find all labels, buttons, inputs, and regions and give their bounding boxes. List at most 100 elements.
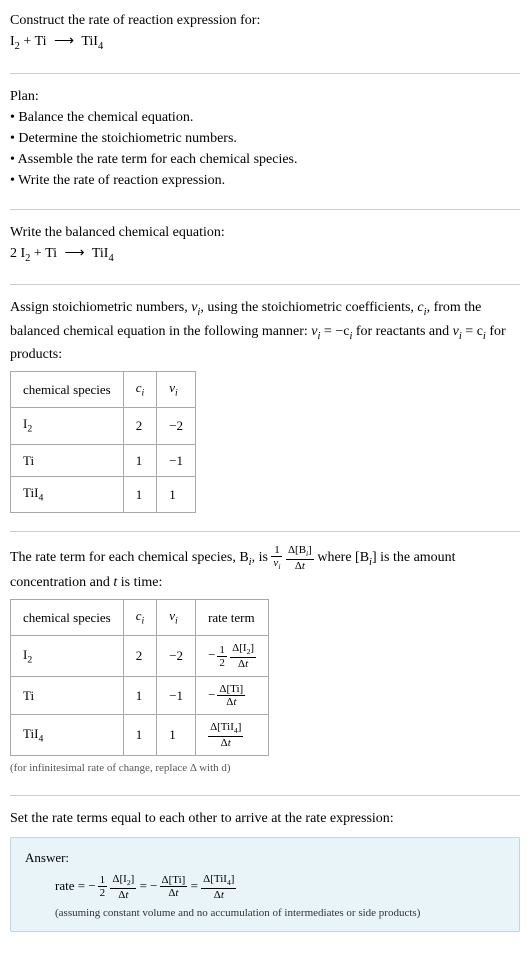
species-sub: 2 bbox=[27, 424, 32, 435]
assign-eq2-rhs: = c bbox=[462, 324, 483, 339]
bal-rhs-sub: 4 bbox=[108, 252, 113, 263]
rate-term-value: −Δ[Ti]Δt bbox=[208, 687, 245, 702]
assign-section: Assign stoichiometric numbers, νi, using… bbox=[10, 297, 520, 513]
species-text: Ti bbox=[23, 453, 34, 468]
assign-t1: Assign stoichiometric numbers, bbox=[10, 300, 191, 315]
th-species: chemical species bbox=[11, 372, 124, 408]
td-nu: 1 bbox=[157, 715, 196, 756]
th-nu: νi bbox=[157, 372, 196, 408]
rt-dn: Δ[TiI4] bbox=[208, 721, 243, 737]
rt-dd: Δt bbox=[217, 696, 245, 708]
rate-term-table: chemical species ci νi rate term I2 2 −2… bbox=[10, 599, 269, 756]
ans-tii4n-c: ] bbox=[231, 873, 235, 885]
th-c: ci bbox=[123, 372, 157, 408]
th-c-i2: i bbox=[142, 616, 145, 627]
rt-dn-t: Δ[TiI bbox=[210, 721, 234, 733]
answer-label: Answer: bbox=[25, 848, 505, 868]
rti-f1d-i: i bbox=[278, 563, 280, 572]
rt-delta: Δ[I2]Δt bbox=[230, 642, 256, 670]
td-c: 2 bbox=[123, 408, 157, 444]
rt-dd: Δt bbox=[208, 737, 243, 749]
rt-dn-t: Δ[I bbox=[232, 642, 246, 654]
th-c: ci bbox=[123, 600, 157, 636]
answer-assumption: (assuming constant volume and no accumul… bbox=[25, 905, 505, 922]
td-species: TiI4 bbox=[11, 715, 124, 756]
ans-eq2: = bbox=[187, 878, 201, 893]
intro-section: Construct the rate of reaction expressio… bbox=[10, 10, 520, 55]
th-nu-i: i bbox=[175, 388, 178, 399]
species-sub: 4 bbox=[38, 493, 43, 504]
table-row: TiI4 1 1 Δ[TiI4]Δt bbox=[11, 715, 269, 756]
table-row: Ti 1 −1 −Δ[Ti]Δt bbox=[11, 677, 269, 715]
rti-f2n-t: Δ[B bbox=[288, 544, 306, 556]
divider bbox=[10, 209, 520, 210]
td-c: 1 bbox=[123, 677, 157, 715]
rt-dd-t: t bbox=[228, 737, 231, 749]
table-row: I2 2 −2 −12 Δ[I2]Δt bbox=[11, 636, 269, 677]
td-species: I2 bbox=[11, 408, 124, 444]
rti-t3: where [B bbox=[314, 550, 369, 565]
bal-coef1: 2 I bbox=[10, 246, 25, 261]
ans-i2d: Δt bbox=[110, 889, 136, 901]
rt-cn: 1 bbox=[217, 644, 227, 657]
divider bbox=[10, 795, 520, 796]
rti-f1n: 1 bbox=[271, 544, 282, 557]
rt-neg: − bbox=[208, 687, 215, 702]
eq-arrow: ⟶ bbox=[54, 31, 74, 52]
ans-dd3: Δ bbox=[214, 889, 221, 901]
balanced-title: Write the balanced chemical equation: bbox=[10, 222, 520, 243]
td-species: Ti bbox=[11, 444, 124, 477]
rt-dd: Δt bbox=[230, 658, 256, 670]
plan-item: • Balance the chemical equation. bbox=[10, 107, 520, 128]
ans-neg1: − bbox=[88, 878, 95, 893]
bal-plus: + Ti bbox=[30, 246, 60, 261]
ans-rate: rate = bbox=[55, 878, 88, 893]
ans-tii4d: Δt bbox=[201, 889, 236, 901]
rate-term-value: Δ[TiI4]Δt bbox=[208, 726, 243, 741]
td-nu: −1 bbox=[157, 444, 196, 477]
table-header-row: chemical species ci νi rate term bbox=[11, 600, 269, 636]
rti-t1: The rate term for each chemical species,… bbox=[10, 550, 249, 565]
rate-term-section: The rate term for each chemical species,… bbox=[10, 544, 520, 776]
ans-eq1: = bbox=[136, 878, 150, 893]
ans-hd: 2 bbox=[98, 887, 108, 899]
plan-item: • Assemble the rate term for each chemic… bbox=[10, 149, 520, 170]
ans-tii4: Δ[TiI4]Δt bbox=[201, 873, 236, 901]
td-nu: 1 bbox=[157, 477, 196, 513]
th-nu: νi bbox=[157, 600, 196, 636]
sp-t: TiI bbox=[23, 726, 38, 741]
ans-dt2: t bbox=[175, 887, 178, 899]
rti-t5: is time: bbox=[117, 575, 162, 590]
conclusion-section: Set the rate terms equal to each other t… bbox=[10, 808, 520, 933]
ans-tii4n-t: Δ[TiI bbox=[203, 873, 227, 885]
rti-f2n-c: ] bbox=[308, 544, 312, 556]
rt-neg: − bbox=[208, 647, 215, 662]
answer-rate-line: rate = −12 Δ[I2]Δt = −Δ[Ti]Δt = Δ[TiI4]Δ… bbox=[25, 873, 505, 901]
table-row: TiI4 1 1 bbox=[11, 477, 196, 513]
ans-dt: t bbox=[125, 889, 128, 901]
plan-item: • Write the rate of reaction expression. bbox=[10, 170, 520, 191]
td-nu: −2 bbox=[157, 636, 196, 677]
assign-eq1-rhs: = −c bbox=[320, 324, 349, 339]
ans-hn: 1 bbox=[98, 874, 108, 887]
ans-dt3: t bbox=[221, 889, 224, 901]
td-species: I2 bbox=[11, 636, 124, 677]
td-nu: −1 bbox=[157, 677, 196, 715]
rt-dd-t: t bbox=[245, 658, 248, 670]
bal-rhs: TiI bbox=[89, 246, 109, 261]
bal-arrow: ⟶ bbox=[65, 243, 85, 264]
intro-equation: I2 + Ti ⟶ TiI4 bbox=[10, 31, 520, 55]
rt-dn-c: ] bbox=[250, 642, 254, 654]
rti-f2n: Δ[Bi] bbox=[286, 544, 314, 560]
rt-dd-d: Δ bbox=[221, 737, 228, 749]
rti-frac1: 1νi bbox=[271, 544, 282, 572]
rti-f2d: Δt bbox=[286, 560, 314, 572]
th-nu-i2: i bbox=[175, 616, 178, 627]
eq-rhs: TiI bbox=[78, 34, 98, 49]
rt-delta: Δ[TiI4]Δt bbox=[208, 721, 243, 749]
rt-cd: 2 bbox=[217, 657, 227, 669]
sp-s: 4 bbox=[38, 733, 43, 744]
td-rate-term: −Δ[Ti]Δt bbox=[196, 677, 269, 715]
rt-dn-c: ] bbox=[238, 721, 242, 733]
ans-tin: Δ[Ti] bbox=[160, 874, 188, 887]
